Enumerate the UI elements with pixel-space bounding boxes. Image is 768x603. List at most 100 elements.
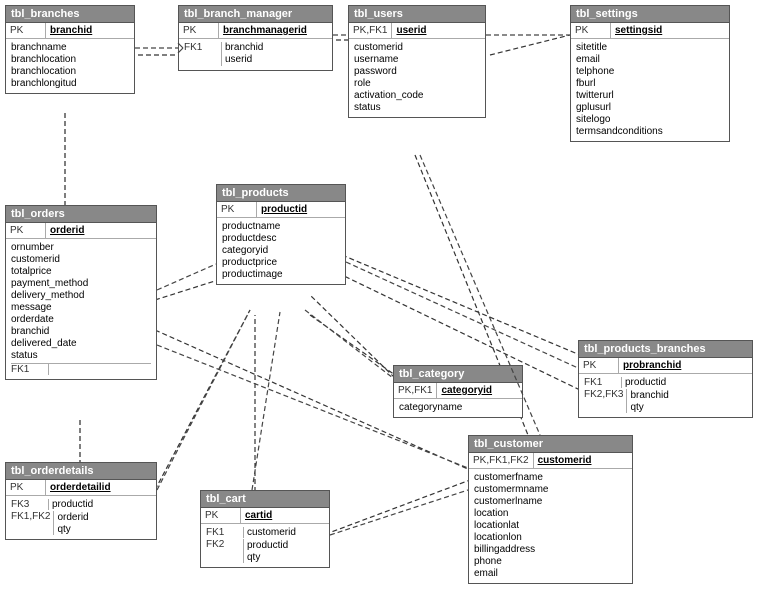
- tbl-cart-fk1-label: FK1: [206, 527, 244, 538]
- field-customerid-o: customerid: [11, 254, 60, 265]
- tbl-od-fk12-label: FK1,FK2: [11, 511, 54, 535]
- table-tbl-customer: tbl_customer PK,FK1,FK2 customerid custo…: [468, 435, 633, 584]
- tbl-cart-pk-field: cartid: [241, 508, 329, 523]
- tbl-orders-header: tbl_orders: [6, 206, 156, 223]
- tbl-category-fields: categoryname: [394, 399, 522, 417]
- field-branchlongitud: branchlongitud: [11, 78, 77, 89]
- tbl-customer-header: tbl_customer: [469, 436, 632, 453]
- tbl-branch-manager-pk-field: branchmanagerid: [219, 23, 332, 38]
- field-branchlocation2: branchlocation: [11, 66, 76, 77]
- field-customerlname: customerlname: [474, 496, 542, 507]
- tbl-users-pk-field: userid: [392, 23, 485, 38]
- table-tbl-settings: tbl_settings PK settingsid sitetitle ema…: [570, 5, 730, 142]
- field-totalprice: totalprice: [11, 266, 52, 277]
- field-location: location: [474, 508, 508, 519]
- tbl-cart-pk-row: PK cartid: [201, 508, 329, 524]
- field-status-o: status: [11, 350, 38, 361]
- field-customerid-u: customerid: [354, 42, 403, 53]
- field-twitterurl: twitterurl: [576, 90, 614, 101]
- field-sitetitle: sitetitle: [576, 42, 607, 53]
- tbl-products-pk-field: productid: [257, 202, 345, 217]
- tbl-settings-fields: sitetitle email telphone fburl twitterur…: [571, 39, 729, 141]
- tbl-cart-fields: FK1 customerid FK2 productid qty: [201, 524, 329, 567]
- tbl-orderdetails-header: tbl_orderdetails: [6, 463, 156, 480]
- table-tbl-branch-manager: tbl_branch_manager PK branchmanagerid FK…: [178, 5, 333, 71]
- tbl-products-branches-pk-label: PK: [579, 358, 619, 373]
- field-orderid-od: orderid: [57, 512, 88, 523]
- table-tbl-orders: tbl_orders PK orderid ornumber customeri…: [5, 205, 157, 380]
- tbl-pb-fk1-label: FK1: [584, 377, 622, 388]
- tbl-orderdetails-pk-label: PK: [6, 480, 46, 495]
- field-branchid: branchid: [225, 42, 263, 53]
- field-status-u: status: [354, 102, 381, 113]
- tbl-users-pk-label: PK,FK1: [349, 23, 392, 38]
- field-password: password: [354, 66, 397, 77]
- tbl-branch-manager-fk1-label: FK1: [184, 42, 222, 66]
- field-productid-od: productid: [52, 499, 93, 510]
- field-delivery-method: delivery_method: [11, 290, 84, 301]
- tbl-branch-manager-pk-label: PK: [179, 23, 219, 38]
- tbl-products-fields: productname productdesc categoryid produ…: [217, 218, 345, 284]
- field-branchlocation1: branchlocation: [11, 54, 76, 65]
- field-branchid-pb: branchid: [630, 390, 668, 401]
- table-tbl-branches: tbl_branches PK branchid branchname bran…: [5, 5, 135, 94]
- tbl-orders-pk-row: PK orderid: [6, 223, 156, 239]
- tbl-category-pk-field: categoryid: [437, 383, 522, 398]
- tbl-cart-pk-label: PK: [201, 508, 241, 523]
- field-phone: phone: [474, 556, 502, 567]
- table-tbl-products: tbl_products PK productid productname pr…: [216, 184, 346, 285]
- tbl-orderdetails-fields: FK3 productid FK1,FK2 orderid qty: [6, 496, 156, 539]
- tbl-orderdetails-pk-row: PK orderdetailid: [6, 480, 156, 496]
- field-email-cu: email: [474, 568, 498, 579]
- field-productprice: productprice: [222, 257, 277, 268]
- field-userid: userid: [225, 54, 252, 65]
- field-customerfname: customerfname: [474, 472, 543, 483]
- tbl-customer-pk-label: PK,FK1,FK2: [469, 453, 534, 468]
- tbl-products-branches-fields: FK1 productid FK2,FK3 branchid qty: [579, 374, 752, 417]
- tbl-settings-pk-label: PK: [571, 23, 611, 38]
- field-productname: productname: [222, 221, 280, 232]
- field-productid-c: productid: [247, 540, 288, 551]
- field-qty-pb: qty: [630, 402, 643, 413]
- field-qty-od: qty: [57, 524, 70, 535]
- field-gplusurl: gplusurl: [576, 102, 611, 113]
- tbl-settings-header: tbl_settings: [571, 6, 729, 23]
- table-tbl-cart: tbl_cart PK cartid FK1 customerid FK2 pr…: [200, 490, 330, 568]
- tbl-branch-manager-header: tbl_branch_manager: [179, 6, 332, 23]
- table-tbl-category: tbl_category PK,FK1 categoryid categoryn…: [393, 365, 523, 418]
- field-productdesc: productdesc: [222, 233, 276, 244]
- tbl-settings-pk-field: settingsid: [611, 23, 729, 38]
- diagram-container: tbl_branches PK branchid branchname bran…: [0, 0, 768, 603]
- tbl-orders-fk1-label: FK1: [11, 364, 49, 375]
- field-qty-c: qty: [247, 552, 260, 563]
- tbl-orders-pk-field: orderid: [46, 223, 156, 238]
- field-locationlat: locationlat: [474, 520, 519, 531]
- tbl-customer-pk-row: PK,FK1,FK2 customerid: [469, 453, 632, 469]
- tbl-products-header: tbl_products: [217, 185, 345, 202]
- field-termsandconditions: termsandconditions: [576, 126, 663, 137]
- field-categoryid-p: categoryid: [222, 245, 268, 256]
- field-message: message: [11, 302, 52, 313]
- tbl-category-pk-row: PK,FK1 categoryid: [394, 383, 522, 399]
- field-fburl: fburl: [576, 78, 595, 89]
- tbl-users-header: tbl_users: [349, 6, 485, 23]
- tbl-products-branches-pk-field: probranchid: [619, 358, 752, 373]
- field-ornumber: ornumber: [11, 242, 54, 253]
- tbl-orders-fields: ornumber customerid totalprice payment_m…: [6, 239, 156, 379]
- field-customerid-c: customerid: [247, 527, 296, 538]
- tbl-category-header: tbl_category: [394, 366, 522, 383]
- tbl-branches-fields: branchname branchlocation branchlocation…: [6, 39, 134, 93]
- tbl-branch-manager-fields: FK1 branchid userid: [179, 39, 332, 70]
- tbl-branches-pk-field: branchid: [46, 23, 134, 38]
- tbl-branches-pk-row: PK branchid: [6, 23, 134, 39]
- tbl-customer-fields: customerfname customermname customerlnam…: [469, 469, 632, 583]
- tbl-branch-manager-pk-row: PK branchmanagerid: [179, 23, 332, 39]
- tbl-od-fk3-label: FK3: [11, 499, 49, 510]
- field-categoryname: categoryname: [399, 402, 462, 413]
- tbl-orders-pk-label: PK: [6, 223, 46, 238]
- tbl-customer-pk-field: customerid: [534, 453, 632, 468]
- table-tbl-users: tbl_users PK,FK1 userid customerid usern…: [348, 5, 486, 118]
- field-productimage: productimage: [222, 269, 283, 280]
- field-branchname: branchname: [11, 42, 67, 53]
- tbl-products-branches-pk-row: PK probranchid: [579, 358, 752, 374]
